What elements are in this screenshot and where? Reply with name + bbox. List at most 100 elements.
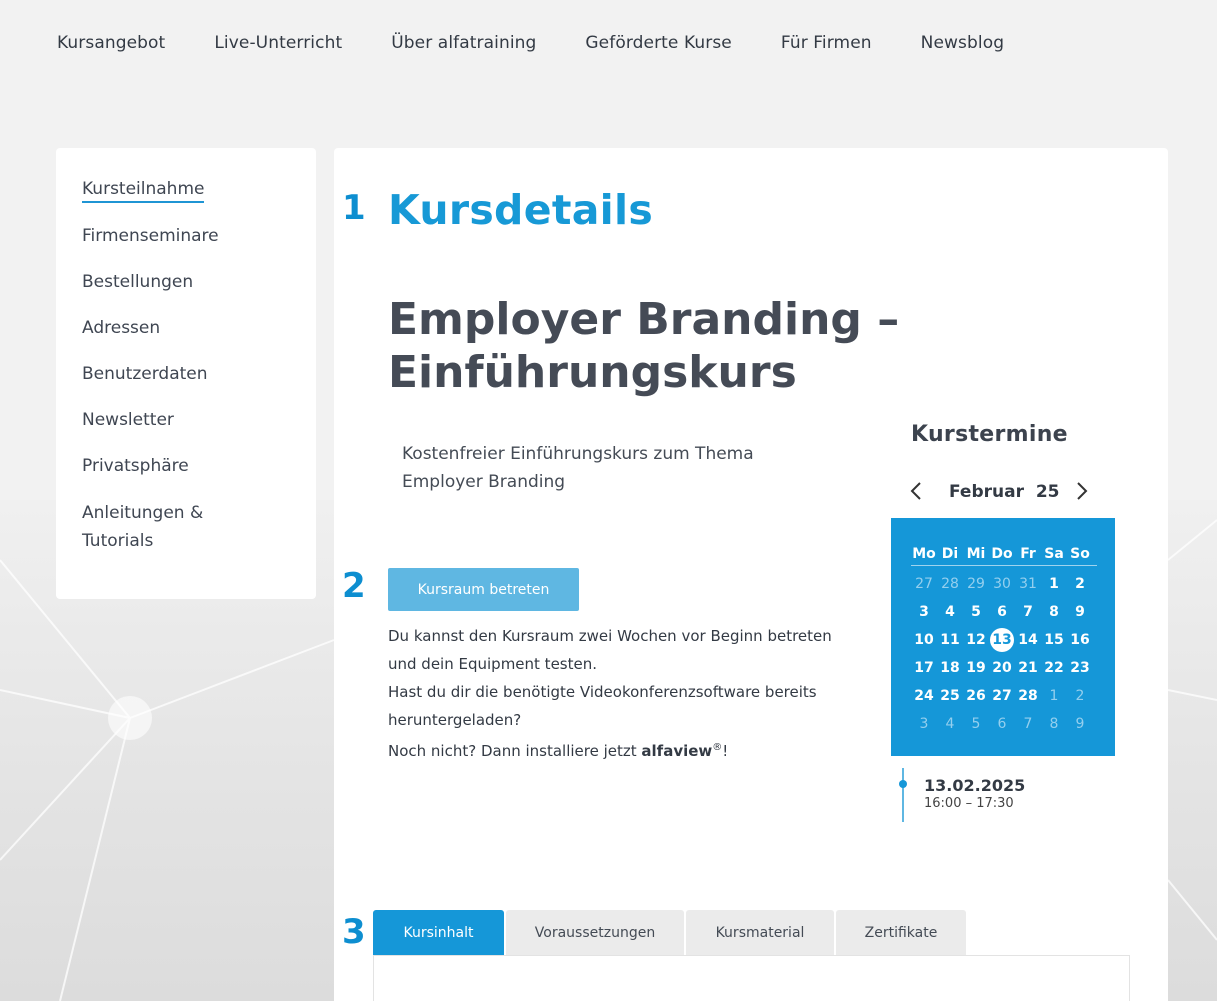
calendar-day[interactable]: 3: [911, 600, 937, 624]
registered-mark: ®: [712, 742, 723, 753]
calendar-day[interactable]: 6: [989, 600, 1015, 624]
calendar-day-number: 28: [941, 576, 959, 592]
calendar-day[interactable]: 30: [989, 572, 1015, 596]
calendar-day[interactable]: 11: [937, 628, 963, 652]
calendar-day-number: 23: [1070, 660, 1090, 676]
tab-zertifikate[interactable]: Zertifikate: [836, 910, 966, 956]
calendar-day-number: 27: [992, 688, 1012, 704]
info-install-text: Noch nicht? Dann installiere jetzt: [388, 742, 642, 760]
calendar-day[interactable]: 15: [1041, 628, 1067, 652]
weekday-label: Di: [941, 545, 959, 562]
calendar-day[interactable]: 5: [963, 712, 989, 736]
calendar-day[interactable]: 23: [1067, 656, 1093, 680]
sidebar-item-adressen[interactable]: Adressen: [82, 315, 290, 341]
calendar-day[interactable]: 2: [1067, 572, 1093, 596]
calendar-day[interactable]: 28: [1015, 684, 1041, 708]
calendar-day[interactable]: 25: [937, 684, 963, 708]
calendar-day[interactable]: 12: [963, 628, 989, 652]
calendar-day[interactable]: 5: [963, 600, 989, 624]
calendar-day-number: 9: [1075, 716, 1085, 732]
calendar-day[interactable]: 21: [1015, 656, 1041, 680]
calendar-day[interactable]: 27: [911, 572, 937, 596]
weekday-label: Mi: [966, 545, 986, 562]
calendar-day[interactable]: 10: [911, 628, 937, 652]
calendar-day[interactable]: 31: [1015, 572, 1041, 596]
course-dates-heading: Kurstermine: [911, 422, 1068, 447]
course-details-card: 1 Kursdetails Employer Branding – Einfüh…: [334, 148, 1168, 1001]
calendar-day[interactable]: 1: [1041, 684, 1067, 708]
nav-ueber-alfatraining[interactable]: Über alfatraining: [391, 33, 536, 59]
nav-live-unterricht[interactable]: Live-Unterricht: [214, 33, 342, 59]
tab-content-panel: [373, 955, 1130, 1001]
nav-fuer-firmen[interactable]: Für Firmen: [781, 33, 872, 59]
calendar-day-number: 8: [1049, 716, 1059, 732]
weekday-label: Do: [991, 545, 1013, 562]
chevron-left-icon[interactable]: [909, 480, 923, 507]
nav-newsblog[interactable]: Newsblog: [921, 33, 1004, 59]
calendar-day[interactable]: 18: [937, 656, 963, 680]
tab-kursinhalt[interactable]: Kursinhalt: [373, 910, 504, 956]
sidebar-item-newsletter[interactable]: Newsletter: [82, 407, 290, 433]
calendar-day[interactable]: 3: [911, 712, 937, 736]
calendar-day[interactable]: 29: [963, 572, 989, 596]
calendar-day[interactable]: 28: [937, 572, 963, 596]
calendar-day-number: 5: [971, 716, 981, 732]
step-marker-1: 1: [342, 188, 366, 228]
enter-classroom-button[interactable]: Kursraum betreten: [388, 568, 579, 611]
step-marker-2: 2: [342, 566, 366, 606]
chevron-right-icon[interactable]: [1075, 480, 1089, 507]
nav-kursangebot[interactable]: Kursangebot: [57, 33, 165, 59]
calendar-day[interactable]: 16: [1067, 628, 1093, 652]
calendar-day[interactable]: 27: [989, 684, 1015, 708]
info-line: Hast du dir die benötigte Videokonferenz…: [388, 683, 817, 701]
calendar-day-number: 28: [1018, 688, 1038, 704]
calendar-day[interactable]: 9: [1067, 712, 1093, 736]
sidebar-item-anleitungen[interactable]: Anleitungen & Tutorials: [82, 499, 222, 555]
calendar-day-number: 20: [992, 660, 1012, 676]
calendar-navigation: Februar 25: [909, 478, 1099, 508]
sidebar-item-kursteilnahme[interactable]: Kursteilnahme: [82, 178, 205, 203]
calendar-day[interactable]: 24: [911, 684, 937, 708]
course-date-entry: 13.02.2025 16:00 – 17:30: [899, 768, 1026, 822]
tab-voraussetzungen[interactable]: Voraussetzungen: [506, 910, 684, 956]
weekday-label: Fr: [1020, 545, 1036, 562]
calendar-day-number: 8: [1049, 604, 1059, 620]
calendar-day[interactable]: 8: [1041, 600, 1067, 624]
calendar-day[interactable]: 1: [1041, 572, 1067, 596]
calendar-day-number: 30: [993, 576, 1011, 592]
sidebar-item-bestellungen[interactable]: Bestellungen: [82, 269, 290, 295]
calendar-day[interactable]: 19: [963, 656, 989, 680]
calendar-day[interactable]: 26: [963, 684, 989, 708]
tab-kursmaterial[interactable]: Kursmaterial: [686, 910, 834, 956]
alfaview-link[interactable]: alfaview: [641, 742, 712, 760]
sidebar-item-privatsphaere[interactable]: Privatsphäre: [82, 453, 290, 479]
calendar-day-number: 2: [1075, 688, 1085, 704]
calendar-grid: Mo Di Mi Do Fr Sa So 27 28 29 30 31 1 2 3 4 5 6 7 8 9 10 11 12…: [891, 518, 1115, 756]
nav-gefoerderte-kurse[interactable]: Geförderte Kurse: [585, 33, 731, 59]
calendar-day[interactable]: 4: [937, 712, 963, 736]
calendar-day-number: 6: [997, 716, 1007, 732]
weekday-label: So: [1070, 545, 1090, 562]
calendar-day-number: 14: [1018, 632, 1038, 648]
calendar-day-number: 29: [967, 576, 985, 592]
calendar-day-number: 12: [966, 632, 986, 648]
calendar-day[interactable]: 9: [1067, 600, 1093, 624]
calendar-day-selected[interactable]: 13: [989, 628, 1015, 652]
calendar-day[interactable]: 7: [1015, 712, 1041, 736]
sidebar-item-benutzerdaten[interactable]: Benutzerdaten: [82, 361, 290, 387]
calendar-weekday-row: Mo Di Mi Do Fr Sa So: [911, 542, 1097, 566]
calendar-day[interactable]: 22: [1041, 656, 1067, 680]
sidebar-item-firmenseminare[interactable]: Firmenseminare: [82, 223, 290, 249]
calendar-day[interactable]: 14: [1015, 628, 1041, 652]
calendar-day[interactable]: 2: [1067, 684, 1093, 708]
calendar-day[interactable]: 4: [937, 600, 963, 624]
info-line: heruntergeladen?: [388, 711, 522, 729]
calendar-day[interactable]: 17: [911, 656, 937, 680]
calendar-day[interactable]: 6: [989, 712, 1015, 736]
calendar-day[interactable]: 20: [989, 656, 1015, 680]
calendar-day[interactable]: 7: [1015, 600, 1041, 624]
calendar-day-number: 24: [914, 688, 934, 704]
event-date: 13.02.2025: [924, 776, 1026, 795]
calendar-day[interactable]: 8: [1041, 712, 1067, 736]
calendar-week-row: 10 11 12 13 14 15 16: [911, 626, 1097, 654]
